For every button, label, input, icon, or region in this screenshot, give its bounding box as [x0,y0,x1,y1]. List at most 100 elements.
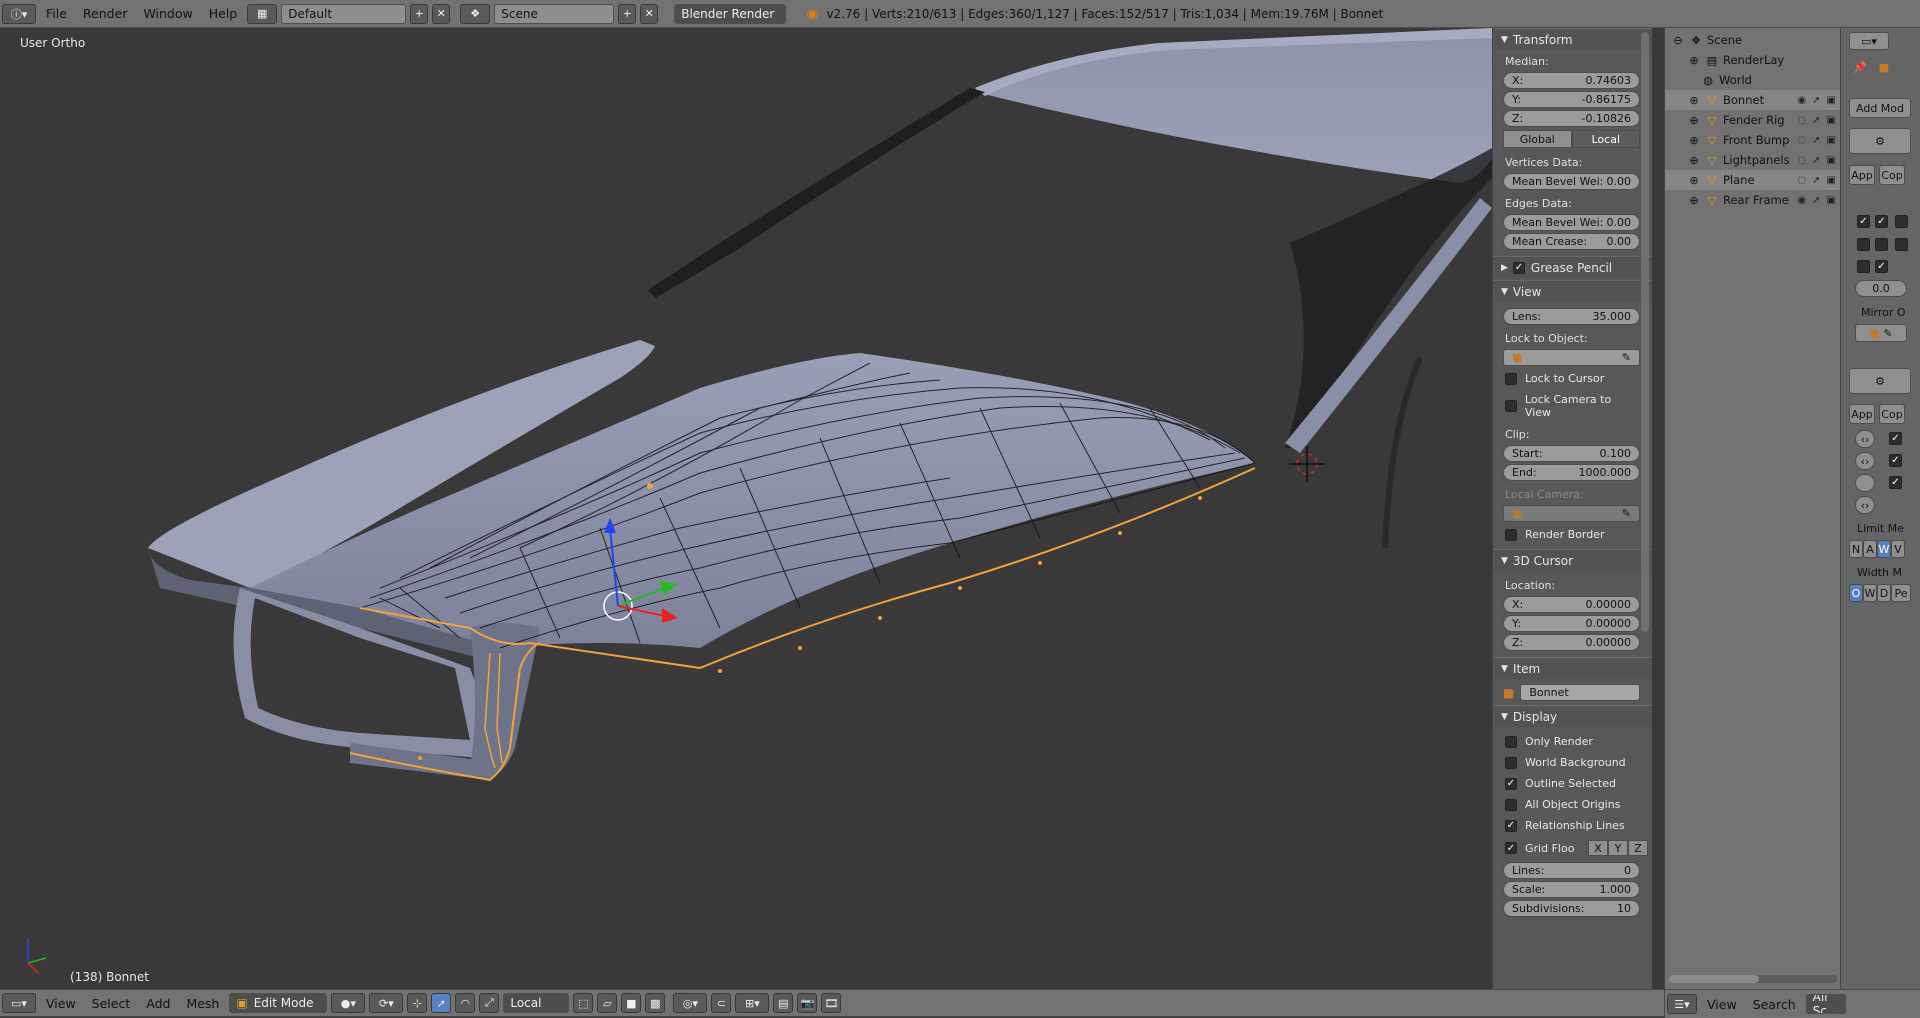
all-origins-checkbox[interactable]: All Object Origins [1493,794,1652,815]
option-checkbox-1[interactable]: ✓ [1889,432,1902,445]
add-layout-icon[interactable]: + [410,3,429,24]
render-animation-icon[interactable]: 🎞 [821,993,842,1013]
clip-checkbox[interactable] [1875,238,1888,251]
expand-icon[interactable]: ⊕ [1687,193,1701,207]
outliner-item-renderlayers[interactable]: ⊕ ▤ RenderLay [1665,50,1840,70]
axis-x-button[interactable]: X [1588,840,1608,856]
axis-z-button[interactable]: Z [1628,840,1648,856]
add-modifier-button[interactable]: Add Mod [1849,98,1911,118]
eye-icon[interactable]: ◌ [1797,175,1806,186]
outliner-item-rear-frame[interactable]: ⊕ ▽ Rear Frame ◉ ➚ ▣ [1665,190,1840,210]
arrow-icon[interactable]: ‹› [1855,452,1875,470]
grid-floor-checkbox[interactable]: ✓ [1505,842,1517,854]
menu-view[interactable]: View [38,996,84,1011]
axis-y-button[interactable]: Y [1608,840,1628,856]
camera-icon[interactable]: ▣ [1827,95,1836,106]
camera-icon[interactable]: ▣ [1827,175,1836,186]
expand-icon[interactable]: ⊕ [1687,153,1701,167]
cursor-x-field[interactable]: X: 0.00000 [1503,596,1640,613]
editor-type-icon[interactable]: ▭▾ [1849,32,1889,50]
cursor-z-field[interactable]: Z: 0.00000 [1503,634,1640,651]
camera-icon[interactable]: ▣ [1827,155,1836,166]
arrow-icon[interactable]: ‹› [1855,430,1875,448]
scene-icon[interactable]: ❖ [460,3,491,24]
copy-button-2[interactable]: Cop [1879,404,1905,424]
layer-icon[interactable]: ▤ [773,993,794,1013]
round-icon[interactable] [1855,474,1875,492]
menu-help[interactable]: Help [201,6,246,21]
orientation-select[interactable]: Local [503,993,570,1013]
width-offset-button[interactable]: O [1849,584,1863,602]
display-header[interactable]: ▼ Display [1493,705,1652,727]
mirror-y-checkbox[interactable]: ✓ [1875,215,1888,228]
outliner-scrollbar[interactable] [1669,975,1837,983]
outliner-type-icon[interactable]: ☰▾ [1667,994,1697,1014]
camera-icon[interactable]: ▣ [1827,115,1836,126]
outliner-item-lightpanels[interactable]: ⊕ ▽ Lightpanels ◌ ➚ ▣ [1665,150,1840,170]
vertex-bevel-field[interactable]: Mean Bevel Wei: 0.00 [1503,173,1640,190]
item-header[interactable]: ▼ Item [1493,657,1652,679]
grid-subdivisions-field[interactable]: Subdivisions: 10 [1503,900,1640,917]
limit-none-button[interactable]: N [1849,540,1863,558]
scene-field[interactable]: Scene [494,3,615,24]
lens-field[interactable]: Lens: 35.000 [1503,308,1640,325]
lock-object-field[interactable]: ■ ✎ [1503,349,1640,366]
outliner-item-scene[interactable]: ⊖ ❖ Scene [1665,30,1840,50]
camera-icon[interactable]: ▣ [1827,195,1836,206]
expand-icon[interactable]: ⊕ [1687,93,1701,107]
menu-add[interactable]: Add [138,996,178,1011]
expand-icon[interactable]: ⊕ [1687,173,1701,187]
shelf-scrollbar[interactable] [1641,32,1649,632]
width-percent-button[interactable]: Pe [1891,584,1911,602]
limit-weight-button[interactable]: W [1877,540,1891,558]
close-layout-icon[interactable]: ✕ [432,3,451,24]
mirror-z-checkbox[interactable] [1895,215,1908,228]
merge-checkbox[interactable] [1857,238,1870,251]
mirror-x-checkbox[interactable]: ✓ [1857,215,1870,228]
eye-icon[interactable]: ◌ [1797,115,1806,126]
menu-mesh[interactable]: Mesh [178,996,227,1011]
outliner-item-front-bumper[interactable]: ⊕ ▽ Front Bump ◌ ➚ ▣ [1665,130,1840,150]
outline-selected-checkbox[interactable]: ✓ Outline Selected [1493,773,1652,794]
apply-button-2[interactable]: App [1849,404,1875,424]
render-engine-select[interactable]: Blender Render [674,3,787,24]
limit-angle-button[interactable]: A [1863,540,1877,558]
cursor-icon[interactable]: ➚ [1812,95,1820,106]
expand-icon[interactable]: ⊕ [1687,53,1701,67]
modifier-icon[interactable]: ⚙ [1849,128,1911,154]
transform-header[interactable]: ▼ Transform [1493,28,1652,50]
copy-button[interactable]: Cop [1879,165,1905,185]
local-button[interactable]: Local [1571,130,1640,148]
eye-icon[interactable]: ◉ [1797,95,1806,106]
width-depth-button[interactable]: D [1877,584,1891,602]
world-background-checkbox[interactable]: World Background [1493,752,1652,773]
menu-select[interactable]: Select [84,996,139,1011]
screen-layout-field[interactable]: Default [281,3,407,24]
outliner-menu-view[interactable]: View [1699,997,1745,1012]
object-data-icon[interactable]: ■ [1875,58,1893,76]
close-scene-icon[interactable]: ✕ [640,3,659,24]
merge-limit-field[interactable]: 0.0 [1855,280,1907,297]
mirror-object-field[interactable]: ■ ✎ [1855,324,1907,342]
median-x-field[interactable]: X: 0.74603 [1503,72,1640,89]
median-y-field[interactable]: Y: -0.86175 [1503,91,1640,108]
render-border-checkbox[interactable]: Render Border [1493,524,1652,545]
cursor-icon[interactable]: ➚ [1812,115,1820,126]
add-scene-icon[interactable]: + [618,3,637,24]
snap-element-icon[interactable]: ⊞▾ [735,993,770,1013]
outliner-item-plane[interactable]: ⊕ ▽ Plane ◌ ➚ ▣ [1665,170,1840,190]
edge-bevel-field[interactable]: Mean Bevel Wei: 0.00 [1503,214,1640,231]
grid-scale-field[interactable]: Scale: 1.000 [1503,881,1640,898]
cursor-icon[interactable]: ➚ [1812,195,1820,206]
global-button[interactable]: Global [1503,130,1572,148]
pivot-select[interactable]: ⟳▾ [369,993,404,1013]
translate-icon[interactable]: ➚ [431,993,452,1013]
occlude-icon[interactable]: ▩ [645,993,666,1013]
expand-icon[interactable]: ⊖ [1671,33,1685,47]
grease-pencil-header[interactable]: ▶ ✓ Grease Pencil [1493,256,1652,278]
cursor-y-field[interactable]: Y: 0.00000 [1503,615,1640,632]
grid-lines-field[interactable]: Lines: 0 [1503,862,1640,879]
mean-crease-field[interactable]: Mean Crease: 0.00 [1503,233,1640,250]
face-select-icon[interactable]: ■ [621,993,642,1013]
shading-select[interactable]: ●▾ [331,993,366,1013]
